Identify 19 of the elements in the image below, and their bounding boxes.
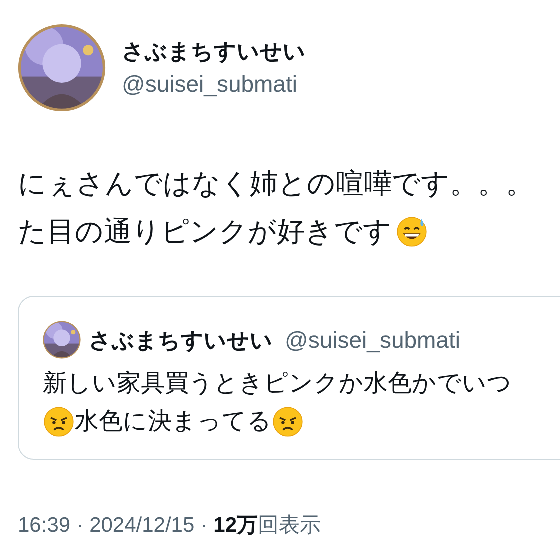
grinning-sweat-face-icon (396, 216, 428, 248)
tweet-text: た目の通りピンクが好きです (18, 215, 392, 249)
author-handle[interactable]: @suisei_submati (122, 70, 306, 98)
separator-dot: · (200, 513, 208, 539)
separator-dot: · (76, 513, 84, 539)
tweet-text: にぇさんではなく姉との喧嘩です。。。 (18, 167, 534, 201)
author-name[interactable]: さぶまちすいせい (122, 38, 306, 66)
quoted-author-name: さぶまちすいせい (89, 326, 273, 354)
avatar (43, 321, 81, 359)
quoted-tweet-text: 水色に決まってる (75, 407, 272, 437)
view-label: 回表示 (258, 513, 322, 539)
post-time[interactable]: 16:39 (18, 510, 71, 542)
quoted-author-handle: @suisei_submati (285, 326, 460, 355)
view-count: 12万 (214, 513, 258, 539)
quoted-tweet-text: 新しい家具買うときピンクか水色かでいつ (43, 369, 512, 399)
post-date[interactable]: 2024/12/15 (90, 510, 195, 542)
quoted-tweet-card[interactable]: さぶまちすいせい @suisei_submati 新しい家具買うときピンクか水色かでいつ 水色に決まってる (18, 296, 560, 460)
angry-face-icon (272, 406, 304, 438)
angry-face-icon (43, 406, 75, 438)
